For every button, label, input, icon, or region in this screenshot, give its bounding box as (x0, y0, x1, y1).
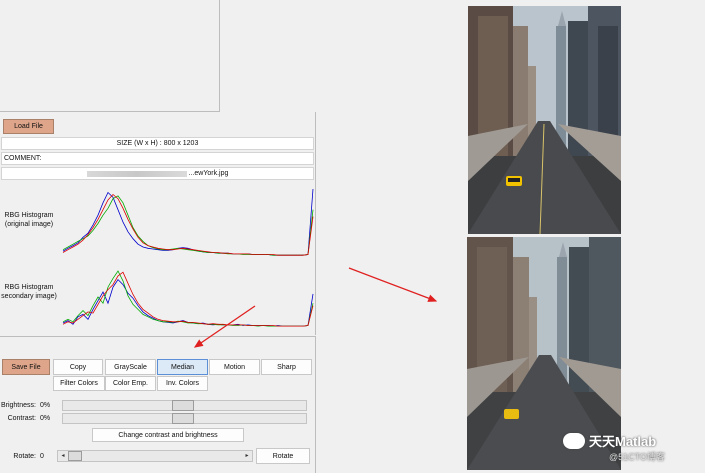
chat-logo-icon (563, 432, 585, 449)
watermark-sub: @51CTO博客 (609, 452, 665, 462)
arrow-to-median (193, 305, 256, 348)
watermark-title: 天天Matlab (589, 434, 657, 449)
watermark: 天天Matlab @51CTO博客 (563, 431, 703, 463)
arrow-to-result (348, 267, 438, 302)
original-image (468, 6, 621, 234)
